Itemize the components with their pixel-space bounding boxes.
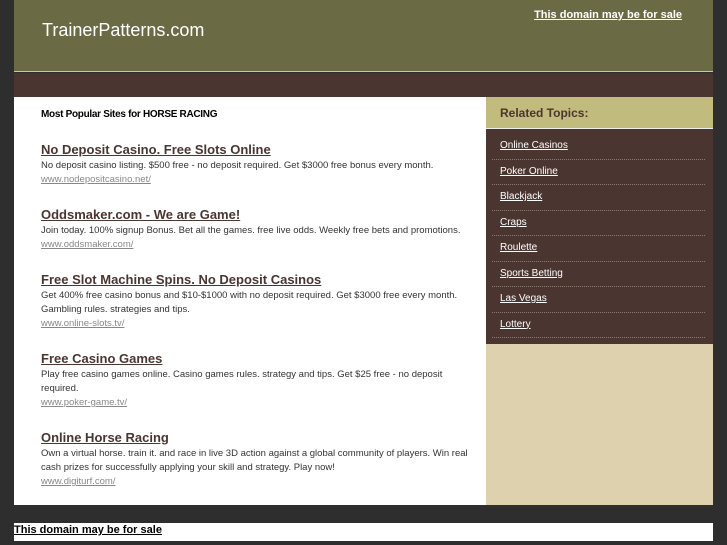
domain-sale-link[interactable]: This domain may be for sale	[534, 9, 682, 21]
list-item: No Deposit Casino. Free Slots Online No …	[41, 141, 471, 187]
nav-band	[14, 73, 713, 97]
list-item: Online Horse Racing Own a virtual horse.…	[41, 429, 471, 489]
list-item: Free Casino Games Play free casino games…	[41, 350, 471, 410]
sidebar-item-sports-betting[interactable]: Sports Betting	[492, 262, 705, 287]
result-description: No deposit casino listing. $500 free - n…	[41, 160, 434, 171]
sidebar-item-roulette[interactable]: Roulette	[492, 236, 705, 262]
result-title-link[interactable]: Online Horse Racing	[41, 429, 471, 447]
result-description: Play free casino games online. Casino ga…	[41, 369, 443, 394]
result-description: Own a virtual horse. train it. and race …	[41, 448, 468, 473]
result-title-link[interactable]: No Deposit Casino. Free Slots Online	[41, 141, 471, 159]
related-topics-list: Online Casinos Poker Online Blackjack Cr…	[486, 129, 713, 344]
sidebar-item-blackjack[interactable]: Blackjack	[492, 185, 705, 211]
result-url-link[interactable]: www.nodepositcasino.net/	[41, 173, 471, 187]
site-title: TrainerPatterns.com	[42, 20, 205, 40]
results-list: No Deposit Casino. Free Slots Online No …	[41, 141, 471, 508]
footer: This domain may be for sale	[14, 523, 713, 541]
sidebar-item-las-vegas[interactable]: Las Vegas	[492, 287, 705, 313]
result-description: Get 400% free casino bonus and $10-$1000…	[41, 290, 458, 315]
result-url-link[interactable]: www.digiturf.com/	[41, 475, 471, 489]
list-item: Oddsmaker.com - We are Game! Join today.…	[41, 206, 471, 252]
sidebar-item-lottery[interactable]: Lottery	[492, 313, 705, 338]
result-title-link[interactable]: Free Slot Machine Spins. No Deposit Casi…	[41, 271, 471, 289]
sidebar-item-craps[interactable]: Craps	[492, 211, 705, 236]
header: TrainerPatterns.com This domain may be f…	[14, 0, 713, 72]
sidebar-item-online-casinos[interactable]: Online Casinos	[492, 134, 705, 160]
footer-domain-sale-link[interactable]: This domain may be for sale	[14, 524, 162, 536]
result-url-link[interactable]: www.online-slots.tv/	[41, 317, 471, 331]
result-description: Join today. 100% signup Bonus. Bet all t…	[41, 225, 461, 236]
result-title-link[interactable]: Free Casino Games	[41, 350, 471, 368]
sidebar: Related Topics: Online Casinos Poker Onl…	[486, 97, 713, 505]
sidebar-item-poker-online[interactable]: Poker Online	[492, 160, 705, 185]
result-url-link[interactable]: www.poker-game.tv/	[41, 396, 471, 410]
sidebar-heading: Related Topics:	[486, 97, 713, 129]
main-content: Most Popular Sites for HORSE RACING No D…	[14, 97, 486, 505]
result-title-link[interactable]: Oddsmaker.com - We are Game!	[41, 206, 471, 224]
result-url-link[interactable]: www.oddsmaker.com/	[41, 238, 471, 252]
list-heading: Most Popular Sites for HORSE RACING	[41, 109, 218, 120]
list-item: Free Slot Machine Spins. No Deposit Casi…	[41, 271, 471, 331]
